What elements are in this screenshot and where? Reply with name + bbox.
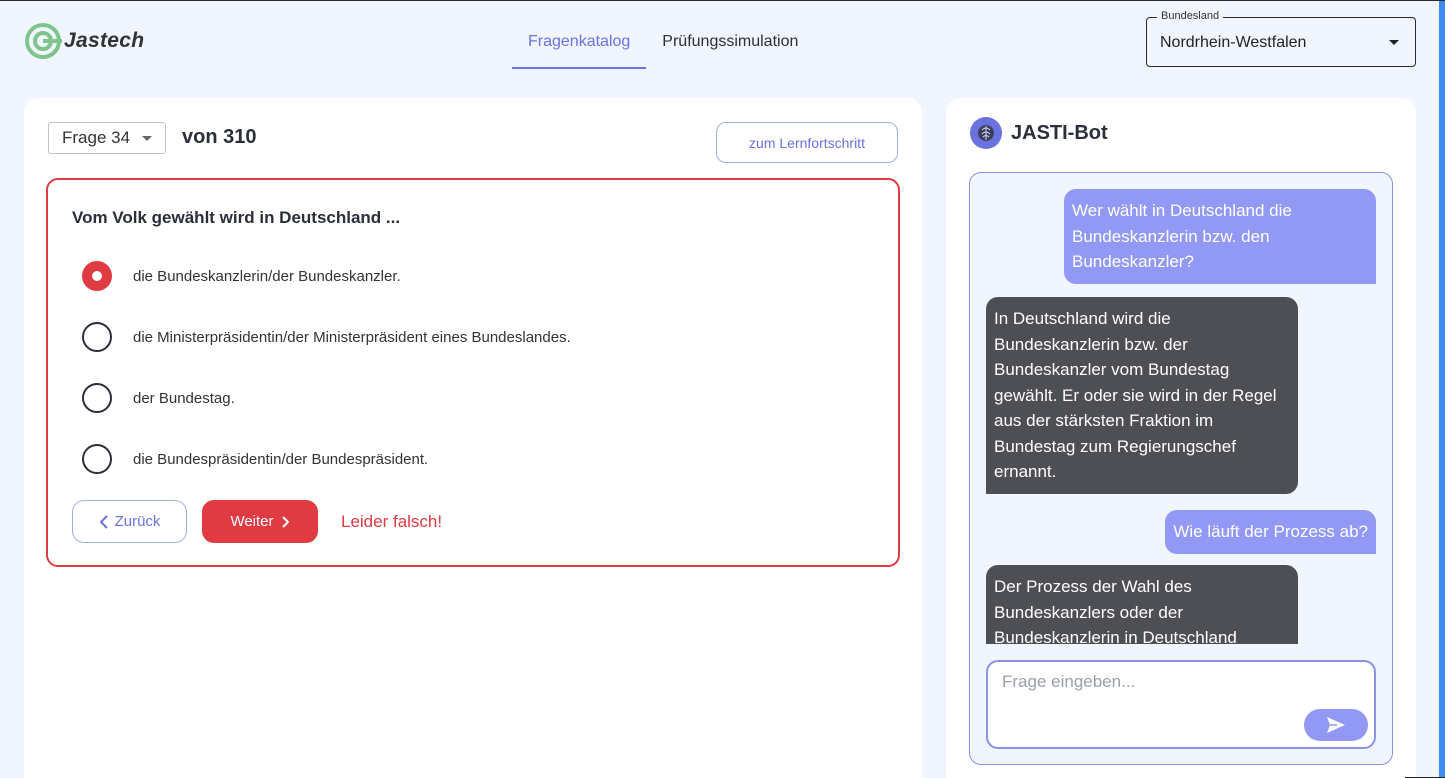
chatbot-header: JASTI-Bot [970,117,1108,149]
bundesland-select[interactable]: Bundesland Nordrhein-Westfalen [1146,10,1416,67]
chat-input[interactable] [1002,672,1362,692]
question-number-select[interactable]: Frage 34 [48,122,166,154]
bot-avatar [970,117,1002,149]
main-nav: Fragenkatalog Prüfungssimulation [512,21,814,69]
answer-label: die Ministerpräsidentin/der Ministerpräs… [133,328,571,346]
jastech-logo-icon [25,23,62,59]
answer-label: die Bundespräsidentin/der Bundespräsiden… [133,450,429,468]
send-icon [1327,717,1345,733]
question-number-value: Frage 34 [62,128,131,147]
back-button[interactable]: Zurück [72,500,187,543]
chevron-left-icon [99,514,108,529]
back-button-label: Zurück [114,513,161,530]
bot-message: In Deutschland wird die Bundeskanzlerin … [986,297,1298,494]
next-button-label: Weiter [230,513,274,530]
bundesland-value: Nordrhein-Westfalen [1160,34,1307,51]
answer-option[interactable]: die Bundespräsidentin/der Bundespräsiden… [82,444,428,474]
question-total: von 310 [182,126,257,148]
radio-selected-icon[interactable] [82,261,112,291]
answer-label: der Bundestag. [133,389,235,407]
brain-icon [978,125,994,141]
chat-window: Wer wählt in Deutschland die Bundeskanzl… [969,172,1393,765]
chatbot-card: JASTI-Bot Wer wählt in Deutschland die B… [946,98,1416,778]
answer-option[interactable]: die Bundeskanzlerin/der Bundeskanzler. [82,261,401,291]
radio-icon[interactable] [82,322,112,352]
answer-option[interactable]: der Bundestag. [82,383,235,413]
bundesland-label: Bundesland [1157,10,1224,22]
user-message: Wie läuft der Prozess ab? [1165,510,1376,554]
chat-messages[interactable]: Wer wählt in Deutschland die Bundeskanzl… [970,173,1392,644]
next-button[interactable]: Weiter [202,500,318,543]
chevron-down-icon [142,136,152,141]
question-text: Vom Volk gewählt wird in Deutschland ... [72,208,401,227]
user-message: Wer wählt in Deutschland die Bundeskanzl… [1064,189,1376,284]
learning-progress-button[interactable]: zum Lernfortschritt [716,122,898,163]
radio-icon[interactable] [82,444,112,474]
chevron-down-icon [1389,40,1399,45]
answer-option[interactable]: die Ministerpräsidentin/der Ministerpräs… [82,322,571,352]
scrollbar[interactable] [1439,1,1445,778]
bot-message: Der Prozess der Wahl des Bundeskanzlers … [986,565,1298,644]
answer-feedback: Leider falsch! [341,512,443,531]
chevron-right-icon [281,515,289,528]
radio-icon[interactable] [82,383,112,413]
brand-name: Jastech [64,29,145,52]
tab-fragenkatalog[interactable]: Fragenkatalog [512,21,647,69]
tab-pruefungssimulation[interactable]: Prüfungssimulation [646,21,814,69]
quiz-card: Frage 34 von 310 zum Lernfortschritt Vom… [24,98,922,778]
answer-label: die Bundeskanzlerin/der Bundeskanzler. [133,267,401,285]
send-button[interactable] [1304,709,1368,741]
chatbot-title: JASTI-Bot [1011,121,1108,144]
chat-input-box [986,660,1376,749]
brand-logo[interactable]: Jastech [24,21,144,61]
question-box: Vom Volk gewählt wird in Deutschland ...… [46,178,900,567]
